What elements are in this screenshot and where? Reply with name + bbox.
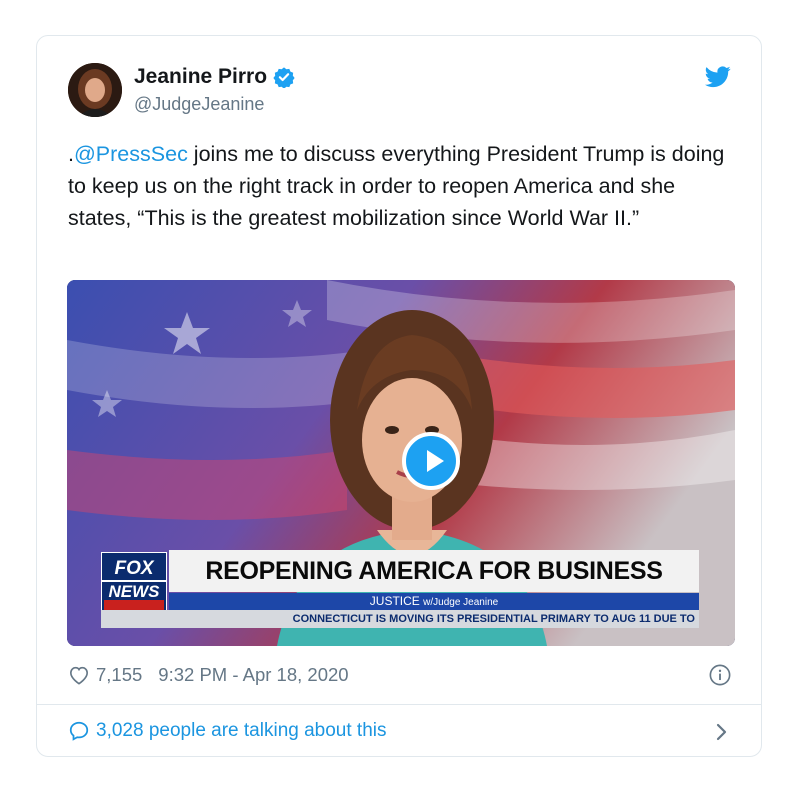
like-count[interactable]: 7,155 [96,664,142,686]
tweet-text: .@PressSec joins me to discuss everythin… [68,138,728,234]
twitter-bird-icon[interactable] [705,66,731,88]
author-name[interactable]: Jeanine Pirro [134,65,295,89]
chyron-headline: REOPENING AMERICA FOR BUSINESS [169,550,699,592]
divider [37,704,761,705]
logo-line1: FOX [114,558,154,579]
tweet-embed-card: Jeanine Pirro @JudgeJeanine .@PressSec j… [36,35,762,757]
show-bar: JUSTICE w/Judge Jeanine [169,593,699,610]
video-player[interactable]: FOX NEWS REOPENING AMERICA FOR BUSINESS … [67,280,735,646]
author-handle[interactable]: @JudgeJeanine [134,94,264,115]
author-name-text[interactable]: Jeanine Pirro [134,65,267,89]
conversation-link[interactable]: 3,028 people are talking about this [68,720,387,742]
tweet-meta: 7,155 9:32 PM - Apr 18, 2020 [68,664,349,686]
comment-icon [69,721,89,741]
conversation-text[interactable]: 3,028 people are talking about this [96,720,387,742]
verified-icon [273,67,295,88]
chevron-right-icon[interactable] [715,722,729,742]
mention-link[interactable]: @PressSec [74,142,188,166]
news-ticker: CONNECTICUT IS MOVING ITS PRESIDENTIAL P… [101,610,699,628]
video-chyron: FOX NEWS REOPENING AMERICA FOR BUSINESS … [101,550,699,628]
logo-line2: NEWS [102,580,166,601]
avatar[interactable] [68,63,122,117]
fox-news-logo: FOX NEWS [101,552,167,616]
heart-icon[interactable] [68,665,90,685]
play-icon[interactable] [402,432,460,490]
tweet-timestamp[interactable]: 9:32 PM - Apr 18, 2020 [158,664,348,686]
show-name: JUSTICE [369,594,420,608]
info-icon[interactable] [709,664,731,686]
show-host: w/Judge Jeanine [423,597,499,608]
